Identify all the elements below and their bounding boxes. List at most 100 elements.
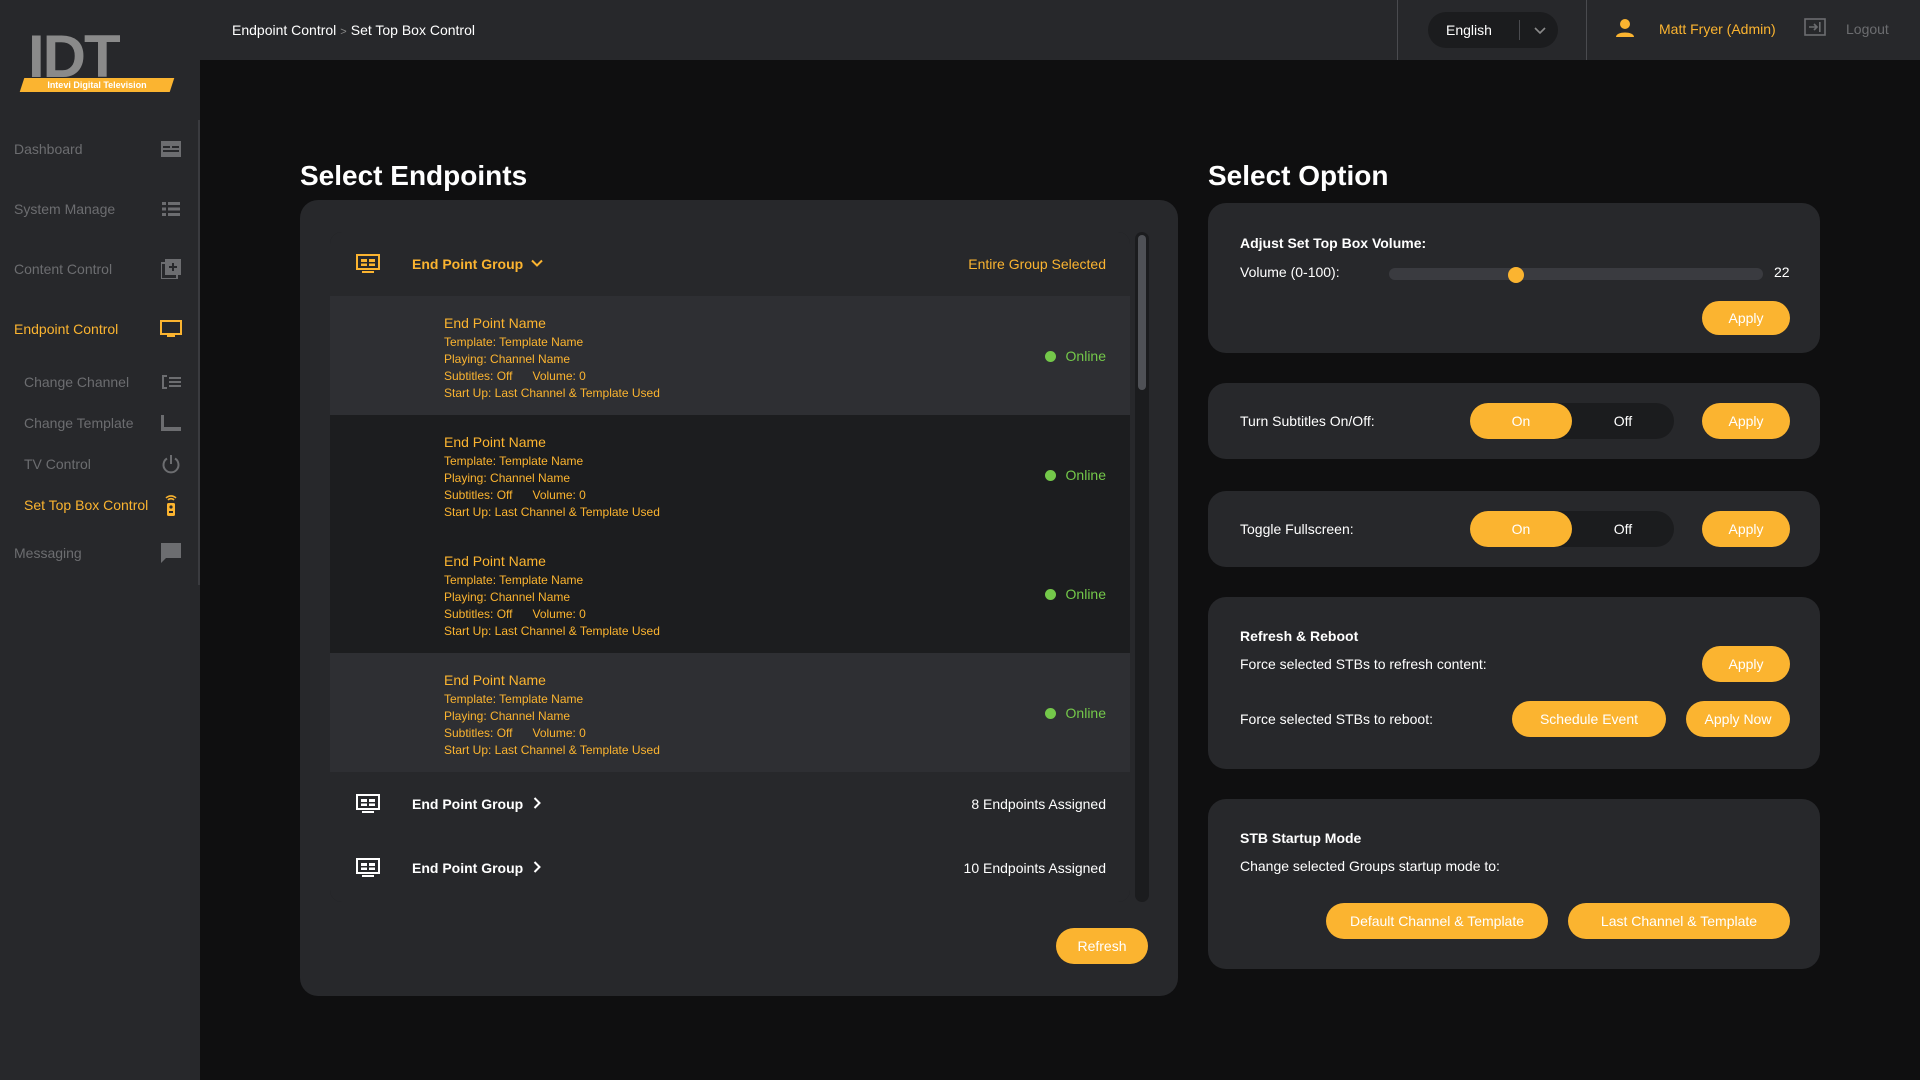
- group-status: 10 Endpoints Assigned: [963, 860, 1106, 876]
- endpoint-info: End Point Name Template: Template Name P…: [444, 314, 660, 402]
- endpoint-subtitles-volume: Subtitles: Off Volume: 0: [444, 725, 660, 742]
- sidebar-item-change-template[interactable]: Change Template: [0, 403, 200, 443]
- sidebar-item-label: Content Control: [14, 261, 113, 277]
- select-endpoints-title: Select Endpoints: [300, 160, 528, 191]
- app-logo[interactable]: IDT Intevi Digital Television: [19, 26, 180, 96]
- fullscreen-toggle[interactable]: On Off: [1470, 511, 1674, 547]
- scrollbar-thumb[interactable]: [1138, 235, 1146, 390]
- fullscreen-on-option[interactable]: On: [1470, 511, 1572, 547]
- online-dot-icon: [1044, 469, 1056, 481]
- group-status: Entire Group Selected: [968, 256, 1106, 272]
- sidebar-item-messaging[interactable]: Messaging: [0, 524, 200, 582]
- logo-tagline: Intevi Digital Television: [47, 80, 147, 90]
- sidebar-item-content-control[interactable]: Content Control: [0, 240, 200, 298]
- sidebar-item-system-manage[interactable]: System Manage: [0, 180, 200, 238]
- sidebar-item-label: TV Control: [24, 456, 91, 472]
- status-text: Online: [1065, 705, 1106, 721]
- remote-icon: [160, 494, 182, 516]
- endpoint-item[interactable]: End Point Name Template: Template Name P…: [330, 534, 1130, 653]
- endpoint-subtitles-volume: Subtitles: Off Volume: 0: [444, 368, 660, 385]
- sidebar-item-change-channel[interactable]: Change Channel: [0, 362, 200, 402]
- volume-slider[interactable]: [1389, 268, 1763, 280]
- refresh-apply-button[interactable]: Apply: [1702, 646, 1790, 682]
- endpoint-group-row[interactable]: End Point Group 10 Endpoints Assigned: [330, 836, 1130, 902]
- endpoint-status: Online: [1044, 586, 1106, 602]
- subtitles-apply-button[interactable]: Apply: [1702, 403, 1790, 439]
- group-screens-icon: [356, 858, 380, 878]
- endpoint-playing: Playing: Channel Name: [444, 352, 571, 366]
- breadcrumb: Endpoint Control > Set Top Box Control: [232, 22, 475, 38]
- online-dot-icon: [1044, 707, 1056, 719]
- endpoints-panel: End Point Group Entire Group Selected En…: [300, 200, 1178, 996]
- startup-label: Change selected Groups startup mode to:: [1240, 858, 1500, 874]
- endpoint-status: Online: [1044, 348, 1106, 364]
- chat-icon: [160, 542, 182, 564]
- channel-list-icon: [160, 371, 182, 393]
- language-select[interactable]: English: [1428, 12, 1558, 48]
- endpoint-group-row[interactable]: End Point Group 8 Endpoints Assigned: [330, 772, 1130, 836]
- endpoint-item[interactable]: End Point Name Template: Template Name P…: [330, 296, 1130, 415]
- subtitles-label: Turn Subtitles On/Off:: [1240, 413, 1375, 429]
- reboot-label: Force selected STBs to reboot:: [1240, 711, 1433, 727]
- breadcrumb-item[interactable]: Endpoint Control: [232, 22, 336, 38]
- refresh-label: Force selected STBs to refresh content:: [1240, 656, 1487, 672]
- volume-value: 22: [1774, 264, 1790, 280]
- default-channel-template-button[interactable]: Default Channel & Template: [1326, 903, 1548, 939]
- endpoint-playing: Playing: Channel Name: [444, 590, 571, 604]
- dashboard-icon: [160, 138, 182, 160]
- subtitles-toggle[interactable]: On Off: [1470, 403, 1674, 439]
- chevron-down-icon: [1532, 22, 1548, 38]
- subtitles-on-option[interactable]: On: [1470, 403, 1572, 439]
- sidebar-item-dashboard[interactable]: Dashboard: [0, 120, 200, 178]
- fullscreen-apply-button[interactable]: Apply: [1702, 511, 1790, 547]
- add-content-icon: [160, 258, 182, 280]
- top-bar: Endpoint Control > Set Top Box Control Eng…: [200, 0, 1920, 60]
- endpoint-list: End Point Group Entire Group Selected En…: [330, 232, 1130, 902]
- fullscreen-off-option[interactable]: Off: [1572, 511, 1674, 547]
- sidebar-item-set-top-box-control[interactable]: Set Top Box Control: [0, 485, 200, 525]
- sidebar-item-endpoint-control[interactable]: Endpoint Control: [0, 300, 200, 358]
- endpoint-volume: Volume: 0: [532, 607, 586, 621]
- monitor-icon: [160, 318, 182, 340]
- group-name: End Point Group: [412, 796, 524, 812]
- logout-button[interactable]: Logout: [1804, 18, 1889, 40]
- subtitles-off-option[interactable]: Off: [1572, 403, 1674, 439]
- subtitles-card: Turn Subtitles On/Off: On Off Apply: [1208, 383, 1820, 459]
- user-menu[interactable]: Matt Fryer (Admin): [1615, 18, 1776, 40]
- endpoint-playing: Playing: Channel Name: [444, 709, 571, 723]
- endpoint-item[interactable]: End Point Name Template: Template Name P…: [330, 415, 1130, 534]
- sidebar: IDT Intevi Digital Television Dashboard …: [0, 0, 200, 1080]
- endpoint-startup: Start Up: Last Channel & Template Used: [444, 743, 660, 757]
- sidebar-item-label: Change Channel: [24, 374, 130, 390]
- last-channel-template-button[interactable]: Last Channel & Template: [1568, 903, 1790, 939]
- endpoint-status: Online: [1044, 705, 1106, 721]
- refresh-reboot-heading: Refresh & Reboot: [1240, 628, 1359, 644]
- select-option-title: Select Option: [1208, 160, 1389, 191]
- online-dot-icon: [1044, 350, 1056, 362]
- endpoint-startup: Start Up: Last Channel & Template Used: [444, 505, 660, 519]
- endpoint-group-row[interactable]: End Point Group Entire Group Selected: [330, 232, 1130, 296]
- endpoint-volume: Volume: 0: [532, 726, 586, 740]
- endpoint-info: End Point Name Template: Template Name P…: [444, 552, 660, 640]
- endpoint-info: End Point Name Template: Template Name P…: [444, 671, 660, 759]
- volume-label: Volume (0-100):: [1240, 264, 1340, 280]
- logout-label: Logout: [1846, 21, 1889, 37]
- volume-apply-button[interactable]: Apply: [1702, 301, 1790, 335]
- topbar-divider: [1397, 0, 1398, 60]
- sidebar-item-tv-control[interactable]: TV Control: [0, 444, 200, 484]
- topbar-divider: [1586, 0, 1587, 60]
- user-name: Matt Fryer (Admin): [1659, 21, 1776, 37]
- refresh-button[interactable]: Refresh: [1056, 928, 1148, 964]
- endpoint-subtitles: Subtitles: Off: [444, 726, 513, 740]
- schedule-event-button[interactable]: Schedule Event: [1512, 701, 1666, 737]
- fullscreen-label: Toggle Fullscreen:: [1240, 521, 1354, 537]
- endpoint-item[interactable]: End Point Name Template: Template Name P…: [330, 653, 1130, 772]
- sidebar-item-label: System Manage: [14, 201, 116, 217]
- volume-slider-handle[interactable]: [1508, 267, 1525, 283]
- chevron-down-icon[interactable]: [530, 256, 544, 270]
- status-text: Online: [1065, 586, 1106, 602]
- chevron-right-icon[interactable]: [530, 796, 544, 810]
- sidebar-item-label: Endpoint Control: [14, 321, 119, 337]
- chevron-right-icon[interactable]: [530, 860, 544, 874]
- apply-now-button[interactable]: Apply Now: [1686, 701, 1790, 737]
